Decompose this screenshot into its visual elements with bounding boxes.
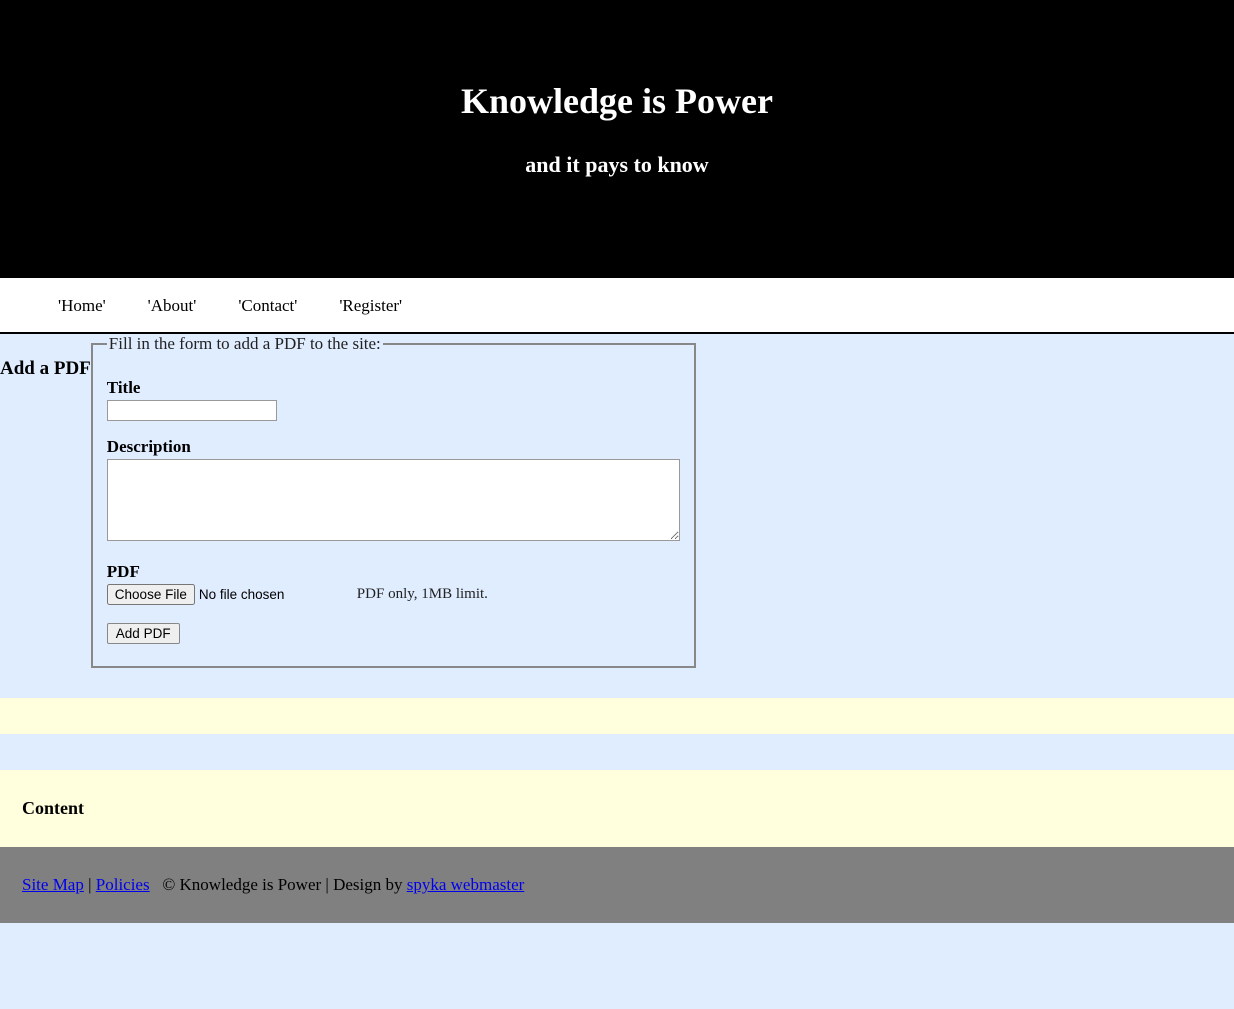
footer-design-link[interactable]: spyka webmaster <box>407 875 525 894</box>
form-fieldset: Fill in the form to add a PDF to the sit… <box>91 334 696 668</box>
description-label: Description <box>107 437 680 457</box>
header: Knowledge is Power and it pays to know <box>0 0 1234 278</box>
form-legend: Fill in the form to add a PDF to the sit… <box>107 334 383 354</box>
nav-home[interactable]: 'Home' <box>58 296 106 316</box>
content-section: Content <box>0 770 1234 847</box>
pdf-label: PDF <box>107 562 680 582</box>
title-label: Title <box>107 378 680 398</box>
main-nav: 'Home' 'About' 'Contact' 'Register' <box>0 278 1234 334</box>
file-note: PDF only, 1MB limit. <box>357 586 488 603</box>
footer-separator: | <box>88 875 96 894</box>
main-content: Add a PDF Fill in the form to add a PDF … <box>0 334 1234 698</box>
nav-register[interactable]: 'Register' <box>339 296 402 316</box>
submit-button[interactable] <box>107 623 180 644</box>
pdf-file-input[interactable] <box>107 584 357 605</box>
footer-policies-link[interactable]: Policies <box>96 875 150 894</box>
nav-about[interactable]: 'About' <box>148 296 197 316</box>
site-title: Knowledge is Power <box>0 80 1234 122</box>
footer-sitemap-link[interactable]: Site Map <box>22 875 84 894</box>
page-heading: Add a PDF <box>0 358 91 380</box>
site-subtitle: and it pays to know <box>0 152 1234 178</box>
gap <box>0 734 1234 770</box>
footer-copyright: © Knowledge is Power | Design by <box>162 875 406 894</box>
divider-bar <box>0 698 1234 734</box>
title-input[interactable] <box>107 400 277 421</box>
nav-contact[interactable]: 'Contact' <box>238 296 297 316</box>
footer: Site Map | Policies © Knowledge is Power… <box>0 847 1234 923</box>
add-pdf-form: Fill in the form to add a PDF to the sit… <box>91 334 696 668</box>
content-heading: Content <box>22 798 1234 819</box>
description-input[interactable] <box>107 459 680 541</box>
